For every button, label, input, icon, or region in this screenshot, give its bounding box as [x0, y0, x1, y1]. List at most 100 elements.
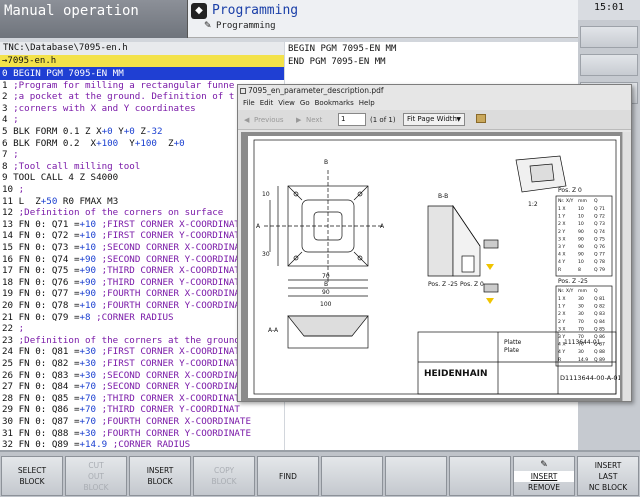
softkey-copy-block[interactable]: COPY BLOCK [193, 456, 255, 496]
pdf-window-titlebar[interactable]: 7095_en_parameter_description.pdf [238, 85, 631, 97]
title-plate-de: Platte [504, 339, 522, 346]
table-header-cell: Nr. X/Y [558, 288, 574, 294]
vertical-softkey-1[interactable] [580, 26, 638, 48]
softkey-insert-last-nc-block[interactable]: INSERT LAST NC BLOCK [577, 456, 639, 496]
line-number: 9 [2, 172, 8, 184]
pdf-menubar: File Edit View Go Bookmarks Help [238, 98, 631, 109]
folder-icon[interactable] [476, 114, 486, 123]
table-cell: 70 [578, 342, 584, 348]
pdf-document-view[interactable]: B B A A B-B A-A 1:2 100 90 70 30 10 Pos.… [241, 132, 622, 401]
line-number: 10 [2, 184, 14, 195]
line-number: 18 [2, 276, 14, 288]
softkey-label: COPY [213, 466, 235, 475]
line-text: ; [18, 184, 25, 195]
section-aa-label: A-A [268, 327, 279, 334]
menu-bookmarks[interactable]: Bookmarks [315, 99, 354, 107]
second-program-line-begin: BEGIN PGM 7095-EN MM [288, 44, 397, 54]
line-number: 25 [2, 358, 14, 369]
line-number: 31 [2, 427, 14, 439]
line-number: 22 [2, 323, 14, 335]
line-text: FN 0: Q88 =+30 ;FOURTH CORNER Y-COORDINA… [18, 427, 251, 439]
menu-edit[interactable]: Edit [260, 99, 274, 107]
line-text: FN 0: Q82 =+30 ;FIRST CORNER Y-COORDINAT [18, 358, 240, 369]
line-number: 26 [2, 369, 14, 381]
table-cell: 30 [578, 296, 584, 302]
table-cell: Q 88 [594, 349, 605, 355]
line-text: ; [13, 114, 19, 126]
programming-sub-icon: ✎ [204, 21, 212, 31]
line-number: 5 [2, 126, 8, 137]
softkey-empty-7[interactable] [449, 456, 511, 496]
menu-go[interactable]: Go [300, 99, 310, 107]
menu-help[interactable]: Help [359, 99, 375, 107]
table-cell: 30 [578, 304, 584, 310]
pdf-scrollbar[interactable] [622, 132, 631, 401]
table-cell: 90 [578, 236, 584, 242]
previous-arrow-icon: ◀ [244, 116, 250, 124]
softkey-empty-5[interactable] [321, 456, 383, 496]
second-program-pane[interactable]: BEGIN PGM 7095-EN MM END PGM 7095-EN MM [285, 42, 578, 70]
line-number: 1 [2, 79, 8, 91]
softkey-find[interactable]: FIND [257, 456, 319, 496]
zoom-select[interactable]: Fit Page Width ▼ [403, 113, 465, 126]
table-cell: 10 [578, 259, 584, 265]
label-b-bottom: B [324, 281, 328, 288]
dim-70: 70 [322, 273, 330, 280]
line-number: 14 [2, 230, 14, 242]
label-a-left: A [256, 223, 261, 230]
line-number: 12 [2, 207, 14, 219]
softkey-select-block[interactable]: SELECT BLOCK [1, 456, 63, 496]
line-text: ;Tool call milling tool [13, 160, 141, 172]
vertical-softkey-2[interactable] [580, 54, 638, 76]
page-number-input[interactable]: 1 [338, 113, 366, 126]
section-bb-label: B-B [438, 193, 448, 200]
line-text: FN 0: Q76 =+90 ;THIRD CORNER Y-COORDINAT [18, 276, 240, 288]
softkey-label: INSERT [594, 460, 622, 470]
softkey-cut-out-block[interactable]: CUT OUT BLOCK [65, 456, 127, 496]
table-cell: 90 [578, 244, 584, 250]
label-b-top: B [324, 159, 328, 166]
pos-z0-b-label: Pos. Z 0 [460, 281, 484, 288]
softkey-label: BLOCK [83, 482, 109, 492]
programming-mode-icon: ◆ [191, 3, 207, 19]
pdf-viewer-window[interactable]: 7095_en_parameter_description.pdf File Ed… [237, 84, 632, 402]
active-file-tab[interactable]: →7095-en.h [0, 55, 284, 67]
pos-z25-label: Pos. Z -25 [558, 278, 588, 285]
line-number: 21 [2, 311, 14, 323]
line-text: L Z+50 R0 FMAX M3 [18, 195, 119, 207]
file-path: TNC:\Database\7095-en.h [0, 42, 284, 55]
table-cell: 3 X [558, 326, 566, 332]
table-cell: Q 81 [594, 296, 605, 302]
table-cell: Q 87 [594, 342, 605, 348]
table-cell: 3 X [558, 236, 566, 242]
softkey-label: BLOCK [147, 477, 173, 486]
dim-90: 90 [322, 289, 330, 296]
line-number: 11 [2, 195, 14, 207]
softkey-label: OUT [88, 471, 104, 481]
line-number: 7 [2, 149, 8, 161]
softkey-empty-6[interactable] [385, 456, 447, 496]
line-number: 28 [2, 392, 14, 404]
window-icon [240, 88, 246, 94]
line-number: 29 [2, 404, 14, 416]
line-text: FN 0: Q85 =+70 ;THIRD CORNER X-COORDINAT [18, 392, 240, 404]
clock: 15:01 [578, 0, 640, 20]
line-text: ; [18, 323, 25, 335]
line-text: FN 0: Q73 =+10 ;SECOND CORNER X-COORDINA [18, 242, 240, 253]
softkey-insert-block[interactable]: INSERT BLOCK [129, 456, 191, 496]
table-cell: Q 73 [594, 221, 605, 227]
menu-view[interactable]: View [278, 99, 295, 107]
softkey-insert-remove[interactable]: ✎ INSERT REMOVE [513, 456, 575, 496]
previous-page-button[interactable]: Previous [254, 113, 284, 127]
line-number: 2 [2, 91, 8, 103]
table-cell: 4 Y [558, 259, 565, 265]
mode-header-programming: ◆ Programming ✎ Programming [188, 0, 578, 38]
table-cell: 1 X [558, 296, 566, 302]
pdf-toolbar: ◀ Previous ▶ Next 1 (1 of 1) Fit Page Wi… [238, 110, 631, 130]
menu-file[interactable]: File [243, 99, 255, 107]
mode-header-manual[interactable]: Manual operation [0, 0, 188, 38]
table-cell: Q 83 [594, 311, 605, 317]
line-text: FN 0: Q75 =+90 ;THIRD CORNER X-COORDINAT [18, 265, 240, 277]
next-page-button[interactable]: Next [306, 113, 322, 127]
line-text: FN 0: Q83 =+30 ;SECOND CORNER X-COORDINA [18, 369, 240, 381]
